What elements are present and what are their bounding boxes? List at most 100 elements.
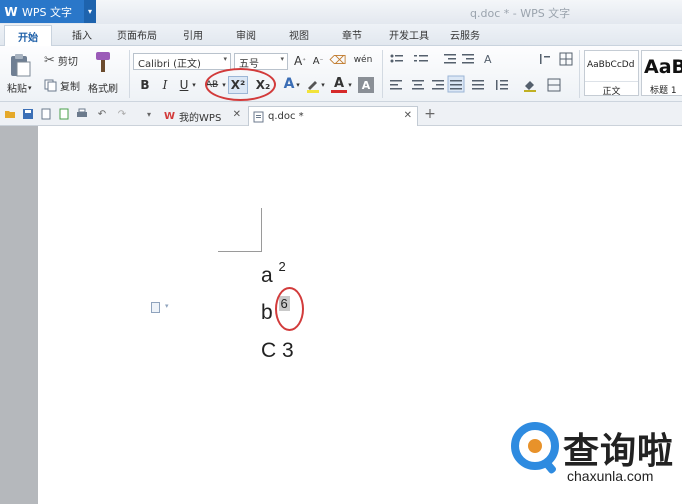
paste-label-button[interactable]: 粘贴 ▾ bbox=[7, 80, 32, 96]
scissors-icon: ✂ bbox=[44, 53, 55, 68]
format-painter-label: 格式刷 bbox=[88, 84, 118, 95]
copy-icon bbox=[44, 79, 57, 92]
sort-icon bbox=[540, 54, 550, 64]
divider bbox=[579, 50, 580, 98]
format-painter-button[interactable]: 格式刷 bbox=[88, 80, 118, 95]
tab-chapter[interactable]: 章节 bbox=[342, 27, 362, 42]
align-center-icon bbox=[412, 80, 424, 90]
chevron-down-icon[interactable]: ▾ bbox=[346, 77, 354, 93]
annotation-circle bbox=[205, 68, 276, 101]
format-painter-icon bbox=[96, 52, 110, 72]
chevron-down-icon[interactable]: ▾ bbox=[319, 77, 327, 93]
chevron-down-icon[interactable]: ▾ bbox=[143, 108, 155, 120]
char-shading-icon[interactable]: A bbox=[358, 77, 374, 93]
left-margin-gutter bbox=[0, 126, 38, 504]
tab-home[interactable]: 开始 bbox=[4, 25, 52, 46]
title-bar: W WPS 文字 ▾ q.doc * - WPS 文字 bbox=[0, 0, 682, 24]
style-normal-label: 正文 bbox=[585, 81, 638, 97]
wps-logo-icon: W bbox=[4, 4, 18, 19]
line-1-base: a bbox=[261, 264, 273, 287]
chevron-down-icon: ▾ bbox=[280, 55, 284, 63]
paste-button[interactable] bbox=[8, 52, 32, 78]
bold-button[interactable]: B bbox=[137, 77, 153, 93]
style-heading-preview: AaB bbox=[644, 56, 682, 78]
tab-references[interactable]: 引用 bbox=[183, 27, 203, 42]
borders-icon bbox=[559, 52, 573, 66]
align-right-icon bbox=[432, 80, 444, 90]
phonetic-guide-icon[interactable]: wén bbox=[352, 52, 374, 68]
chevron-down-icon[interactable]: ▾ bbox=[84, 0, 96, 23]
paragraph-tools: A bbox=[390, 52, 573, 93]
increase-indent-icon bbox=[462, 54, 474, 64]
line-1-superscript: 2 bbox=[278, 259, 286, 274]
tab-cloud-service[interactable]: 云服务 bbox=[450, 27, 480, 42]
align-left-icon bbox=[390, 80, 402, 90]
chevron-down-icon[interactable]: ▾ bbox=[165, 302, 169, 310]
chinese-layout-icon: A bbox=[484, 53, 492, 66]
justify-icon bbox=[447, 75, 465, 93]
tab-developer[interactable]: 开发工具 bbox=[389, 27, 429, 42]
document-icon bbox=[253, 111, 264, 122]
tab-insert[interactable]: 插入 bbox=[72, 27, 92, 42]
font-color-icon[interactable]: A bbox=[331, 76, 347, 93]
cut-label: 剪切 bbox=[57, 57, 78, 68]
paste-label: 粘贴 bbox=[7, 84, 27, 95]
undo-icon[interactable]: ↶ bbox=[96, 108, 108, 120]
line-spacing-icon bbox=[496, 80, 508, 90]
chevron-down-icon[interactable]: ▾ bbox=[190, 77, 198, 93]
close-icon[interactable]: ✕ bbox=[404, 110, 412, 121]
distributed-icon bbox=[472, 80, 484, 90]
app-menu-button[interactable]: W WPS 文字 ▾ bbox=[0, 0, 96, 23]
style-heading-1[interactable]: AaB 标题 1 bbox=[641, 50, 682, 96]
tab-my-wps[interactable]: W 我的WPS ✕ bbox=[160, 106, 246, 126]
svg-text:A: A bbox=[484, 53, 492, 66]
tab-page-layout[interactable]: 页面布局 bbox=[117, 27, 157, 42]
close-icon[interactable]: ✕ bbox=[233, 109, 241, 120]
copy-button[interactable]: 复制 bbox=[44, 78, 80, 93]
format-painter-icon-button[interactable] bbox=[92, 50, 114, 74]
save-icon[interactable] bbox=[22, 108, 34, 120]
document-line-3[interactable]: C 3 bbox=[261, 339, 294, 363]
numbered-list-icon bbox=[414, 55, 428, 62]
tab-q-doc[interactable]: q.doc * ✕ bbox=[248, 106, 418, 126]
print-icon[interactable] bbox=[76, 108, 88, 120]
line-2-base: b bbox=[261, 301, 273, 324]
font-name-value: Calibri (正文) bbox=[138, 59, 201, 70]
paragraph-handle-icon[interactable] bbox=[151, 302, 160, 313]
wps-logo-icon: W bbox=[164, 110, 176, 122]
chevron-down-icon[interactable]: ▾ bbox=[294, 77, 302, 93]
document-line-1[interactable]: a 2 bbox=[261, 259, 286, 288]
style-normal-preview: AaBbCcDd bbox=[587, 60, 635, 70]
cut-button[interactable]: ✂ 剪切 bbox=[44, 53, 78, 68]
print-preview-icon[interactable] bbox=[58, 108, 70, 120]
style-normal[interactable]: AaBbCcDd 正文 bbox=[584, 50, 639, 97]
menu-bar: 开始 插入 页面布局 引用 审阅 视图 章节 开发工具 云服务 bbox=[0, 24, 682, 46]
divider bbox=[129, 50, 130, 98]
new-doc-icon[interactable] bbox=[40, 108, 52, 120]
bullet-list-icon bbox=[390, 54, 403, 63]
margin-crop-mark bbox=[261, 208, 262, 252]
redo-icon[interactable]: ↷ bbox=[116, 108, 128, 120]
open-folder-icon[interactable] bbox=[4, 108, 16, 120]
grow-font-icon[interactable]: A ⁺ bbox=[292, 53, 308, 69]
annotation-circle bbox=[275, 287, 304, 331]
style-heading-label: 标题 1 bbox=[650, 86, 677, 96]
shrink-font-icon[interactable]: A ⁻ bbox=[310, 53, 326, 69]
watermark-text-cn: 查询啦 bbox=[563, 431, 675, 472]
app-name: WPS 文字 bbox=[22, 5, 72, 19]
tab-view[interactable]: 视图 bbox=[289, 27, 309, 42]
ribbon: 粘贴 ▾ ✂ 剪切 复制 格式刷 Calibri (正文) ▾ 五号 ▾ A ⁺ A… bbox=[0, 46, 682, 102]
shading-icon bbox=[524, 81, 536, 92]
copy-label: 复制 bbox=[60, 82, 80, 93]
tab-my-wps-label: 我的WPS bbox=[179, 112, 222, 124]
magnifier-logo-icon bbox=[511, 422, 559, 474]
paste-icon bbox=[11, 54, 31, 77]
italic-button[interactable]: I bbox=[157, 77, 173, 93]
chevron-down-icon: ▾ bbox=[223, 55, 227, 63]
font-name-combo[interactable]: Calibri (正文) ▾ bbox=[133, 53, 231, 70]
watermark: 查询啦 chaxunla.com bbox=[505, 420, 682, 504]
add-tab-button[interactable]: + bbox=[423, 106, 437, 122]
margin-crop-mark bbox=[218, 251, 262, 252]
tab-review[interactable]: 审阅 bbox=[236, 27, 256, 42]
clear-format-icon[interactable]: ⌫ bbox=[330, 52, 347, 68]
